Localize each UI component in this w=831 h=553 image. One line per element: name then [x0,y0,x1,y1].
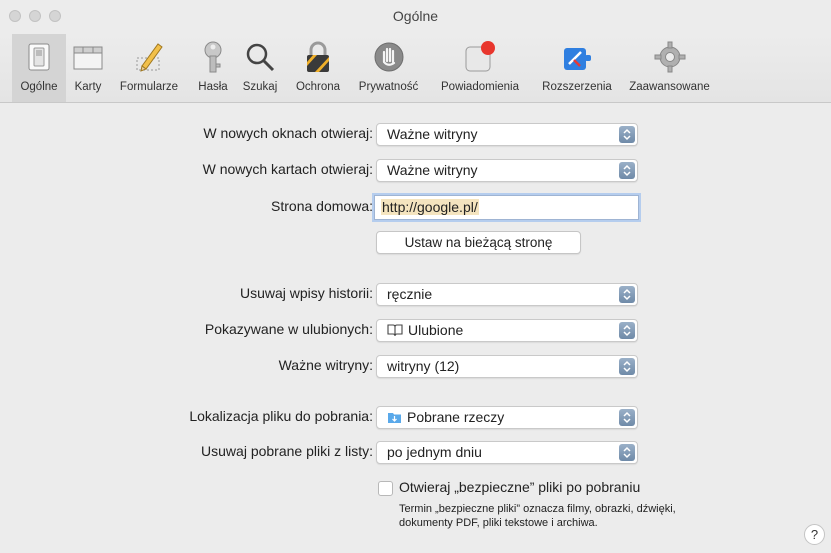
chevron-updown-icon [619,126,635,143]
new-tabs-label: W nowych kartach otwieraj: [202,161,373,177]
chevron-updown-icon [619,444,635,461]
tab-privacy-label: Prywatność [358,81,419,93]
tab-search[interactable]: Szukaj [236,34,284,102]
tab-general-label: Ogólne [20,81,58,93]
tab-extensions-label: Rozszerzenia [542,81,612,93]
lock-icon [307,41,329,72]
favorites-value: Ulubione [408,322,464,338]
key-icon [204,41,222,73]
favorites-select[interactable]: Ulubione [376,319,638,342]
tab-security-label: Ochrona [295,81,341,93]
new-tabs-select[interactable]: Ważne witryny [376,159,638,182]
safe-files-note: Termin „bezpieczne pliki” oznacza filmy,… [399,503,676,529]
tab-tabs[interactable]: Karty [67,34,109,102]
tab-tabs-label: Karty [74,81,102,93]
gear-icon [654,41,685,73]
tab-autofill[interactable]: Formularze [113,34,185,102]
preferences-toolbar: Ogólne Karty Formularze Hasła Szukaj Och… [0,34,831,103]
title-bar: Ogólne [0,0,831,34]
switch-icon [28,43,50,71]
pencil-icon [136,43,163,72]
open-safe-files-checkbox[interactable] [378,481,393,496]
remove-downloads-value: po jednym dniu [387,444,482,460]
chevron-updown-icon [619,409,635,426]
chevron-updown-icon [619,358,635,375]
remove-downloads-select[interactable]: po jednym dniu [376,441,638,464]
new-windows-select[interactable]: Ważne witryny [376,123,638,146]
download-location-label: Lokalizacja pliku do pobrania: [189,408,373,424]
tab-autofill-label: Formularze [119,81,179,93]
tab-notifications[interactable]: Powiadomienia [430,34,530,102]
tab-security[interactable]: Ochrona [287,34,349,102]
tab-advanced[interactable]: Zaawansowane [622,34,717,102]
magnifier-icon [246,43,275,72]
new-windows-label: W nowych oknach otwieraj: [203,125,373,141]
chevron-updown-icon [619,286,635,303]
window-title: Ogólne [392,8,439,24]
tab-passwords[interactable]: Hasła [192,34,234,102]
tabs-icon [73,46,103,70]
chevron-updown-icon [619,162,635,179]
history-value: ręcznie [387,286,433,302]
set-current-page-button[interactable]: Ustaw na bieżącą stronę [376,231,581,254]
tab-passwords-label: Hasła [198,81,228,93]
homepage-label: Strona domowa: [271,198,373,214]
help-button[interactable]: ? [804,524,825,545]
new-tabs-value: Ważne witryny [387,162,478,178]
tab-privacy[interactable]: Prywatność [351,34,426,102]
hand-icon [374,42,403,72]
history-label: Usuwaj wpisy historii: [239,285,373,301]
tab-advanced-label: Zaawansowane [629,81,710,93]
tab-search-label: Szukaj [242,81,278,93]
top-sites-select[interactable]: witryny (12) [376,355,638,378]
history-select[interactable]: ręcznie [376,283,638,306]
chevron-updown-icon [619,322,635,339]
download-location-select[interactable]: Pobrane rzeczy [376,406,638,429]
book-icon [387,324,403,337]
top-sites-label: Ważne witryny: [278,357,373,373]
preferences-window: Ogólne Ogólne Karty Formularze Hasła Szu… [0,0,831,553]
tab-extensions[interactable]: Rozszerzenia [533,34,621,102]
remove-downloads-label: Usuwaj pobrane pliki z listy: [201,443,373,459]
homepage-input[interactable]: http://google.pl/ [374,195,639,220]
tab-general[interactable]: Ogólne [12,34,66,102]
notification-icon [465,41,495,72]
new-windows-value: Ważne witryny [387,126,478,142]
top-sites-value: witryny (12) [387,358,460,374]
favorites-label: Pokazywane w ulubionych: [204,321,373,337]
homepage-value: http://google.pl/ [381,199,479,215]
downloads-folder-icon [388,413,401,423]
download-location-value: Pobrane rzeczy [407,409,505,425]
puzzle-icon [564,48,591,70]
tab-notifications-label: Powiadomienia [441,81,519,93]
open-safe-files-label[interactable]: Otwieraj „bezpieczne” pliki po pobraniu [399,479,640,495]
